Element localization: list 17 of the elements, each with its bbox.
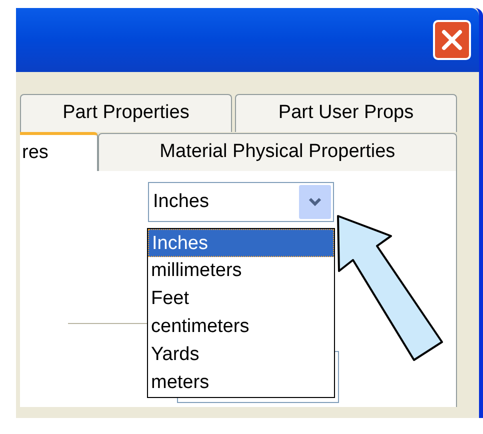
pointer-arrow-icon [336, 214, 446, 362]
dropdown-option[interactable]: Feet [148, 285, 334, 313]
close-icon [441, 29, 463, 51]
dropdown-button[interactable] [299, 185, 331, 219]
units-dropdown[interactable]: Inches [148, 182, 334, 222]
dropdown-value: Inches [153, 190, 210, 214]
chevron-down-icon [308, 197, 322, 207]
close-button[interactable] [433, 20, 471, 60]
dropdown-option[interactable]: centimeters [148, 313, 334, 341]
tab[interactable]: Material Physical Properties [98, 133, 457, 171]
dropdown-option[interactable]: millimeters [148, 257, 334, 285]
dropdown-option[interactable]: meters [148, 369, 334, 397]
dropdown-option[interactable]: Yards [148, 341, 334, 369]
tab[interactable]: res [20, 132, 98, 171]
tab[interactable]: Part Properties [20, 94, 232, 132]
tab[interactable]: Part User Props [235, 94, 457, 132]
dropdown-option[interactable]: Inches [148, 229, 334, 257]
